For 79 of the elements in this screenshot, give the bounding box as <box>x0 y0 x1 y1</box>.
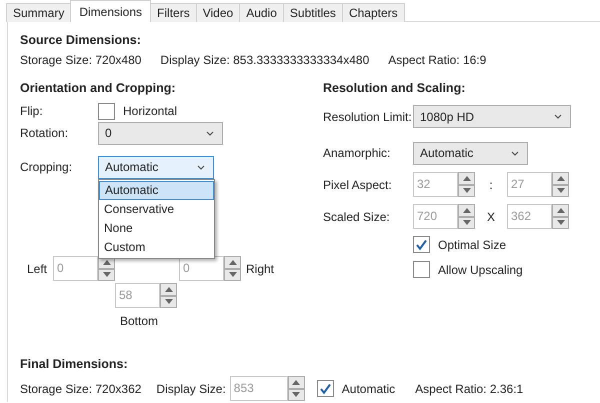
section-heading: Source Dimensions: <box>20 32 142 48</box>
info-text: Display Size: 853.3333333333334x480 <box>160 53 370 68</box>
down-arrow-icon <box>164 299 172 304</box>
info-text: Storage Size: 720x362 <box>20 382 142 396</box>
spin-up-button[interactable] <box>224 256 241 268</box>
field-label: Resolution Limit: <box>323 110 413 124</box>
spin-up-button[interactable] <box>458 172 475 184</box>
up-arrow-icon <box>462 176 470 181</box>
up-arrow-icon <box>102 260 110 265</box>
dropdown-option[interactable]: None <box>99 218 214 238</box>
spin-up-button[interactable] <box>288 376 305 388</box>
field-label: Left <box>27 262 48 276</box>
up-arrow-icon <box>292 380 300 385</box>
spin-down-button[interactable] <box>224 268 241 281</box>
field-label: Cropping: <box>20 160 74 174</box>
section-heading: Final Dimensions: <box>20 356 129 372</box>
resolution-dropdown[interactable]: 1080p HD <box>413 105 571 128</box>
up-arrow-icon <box>228 260 236 265</box>
spin-up-button[interactable] <box>552 204 569 216</box>
spin-down-button[interactable] <box>552 216 569 229</box>
spin-up-button[interactable] <box>458 204 475 216</box>
down-arrow-icon <box>292 392 300 398</box>
checkbox[interactable] <box>98 102 115 120</box>
tab[interactable]: Summary <box>6 3 72 22</box>
down-arrow-icon <box>462 188 470 194</box>
down-arrow-icon <box>556 188 564 194</box>
checkbox-label: Allow Upscaling <box>438 262 523 276</box>
checkbox[interactable] <box>316 380 334 397</box>
info-text: Aspect Ratio: 2.36:1 <box>415 382 524 396</box>
checkbox-label: Horizontal <box>123 104 178 118</box>
down-arrow-icon <box>102 272 110 278</box>
dropdown-option[interactable]: Custom <box>99 238 214 256</box>
field-label: Anamorphic: <box>323 146 392 160</box>
tab[interactable]: Subtitles <box>282 3 343 22</box>
up-arrow-icon <box>556 208 564 213</box>
down-arrow-icon <box>556 220 564 226</box>
down-arrow-icon <box>228 272 236 278</box>
field-label: Scaled Size: <box>323 210 391 224</box>
section-heading: Resolution and Scaling: <box>323 80 466 96</box>
up-arrow-icon <box>164 286 172 292</box>
spin-down-button[interactable] <box>458 184 475 197</box>
down-arrow-icon <box>462 220 470 226</box>
field-label: Rotation: <box>20 126 70 140</box>
tab[interactable]: Filters <box>150 3 197 22</box>
cropping-dropdown[interactable]: Automatic <box>98 156 214 178</box>
spin-down-button[interactable] <box>458 216 475 229</box>
up-arrow-icon <box>556 176 564 181</box>
chevron-down-icon <box>554 114 562 119</box>
dropdown-option[interactable]: Automatic <box>99 180 214 200</box>
spin-down-button[interactable] <box>98 268 115 281</box>
spin-up-button[interactable] <box>160 283 177 296</box>
separator-text: X <box>486 210 496 224</box>
field-label: Right <box>246 262 274 276</box>
separator-text: : <box>488 178 494 192</box>
up-arrow-icon <box>462 208 470 213</box>
checkbox-label: Optimal Size <box>438 238 506 252</box>
spin-down-button[interactable] <box>160 296 177 308</box>
info-text: Storage Size: 720x480 <box>20 53 142 68</box>
anamorphic-dropdown[interactable]: Automatic <box>413 142 528 164</box>
chevron-down-icon <box>197 164 205 170</box>
field-label: Flip: <box>20 104 44 118</box>
rotation-dropdown[interactable]: 0 <box>98 122 223 144</box>
tab[interactable]: Video <box>196 3 240 22</box>
dropdown-option[interactable]: Conservative <box>99 200 214 218</box>
tab[interactable]: Audio <box>239 3 284 22</box>
spin-up-button[interactable] <box>552 172 569 184</box>
checkbox-label: Automatic <box>342 382 396 396</box>
field-label: Bottom <box>119 314 160 328</box>
tab[interactable]: Chapters <box>342 3 405 22</box>
field-label: Pixel Aspect: <box>323 178 393 192</box>
field-label: Display Size: <box>156 382 226 396</box>
chevron-down-icon <box>511 150 519 156</box>
section-heading: Orientation and Cropping: <box>20 80 177 96</box>
checkbox[interactable] <box>413 236 430 253</box>
checkbox[interactable] <box>413 261 430 278</box>
spin-down-button[interactable] <box>552 184 569 197</box>
chevron-down-icon <box>206 130 214 136</box>
tab[interactable]: Dimensions <box>70 0 152 22</box>
info-text: Aspect Ratio: 16:9 <box>388 53 486 68</box>
